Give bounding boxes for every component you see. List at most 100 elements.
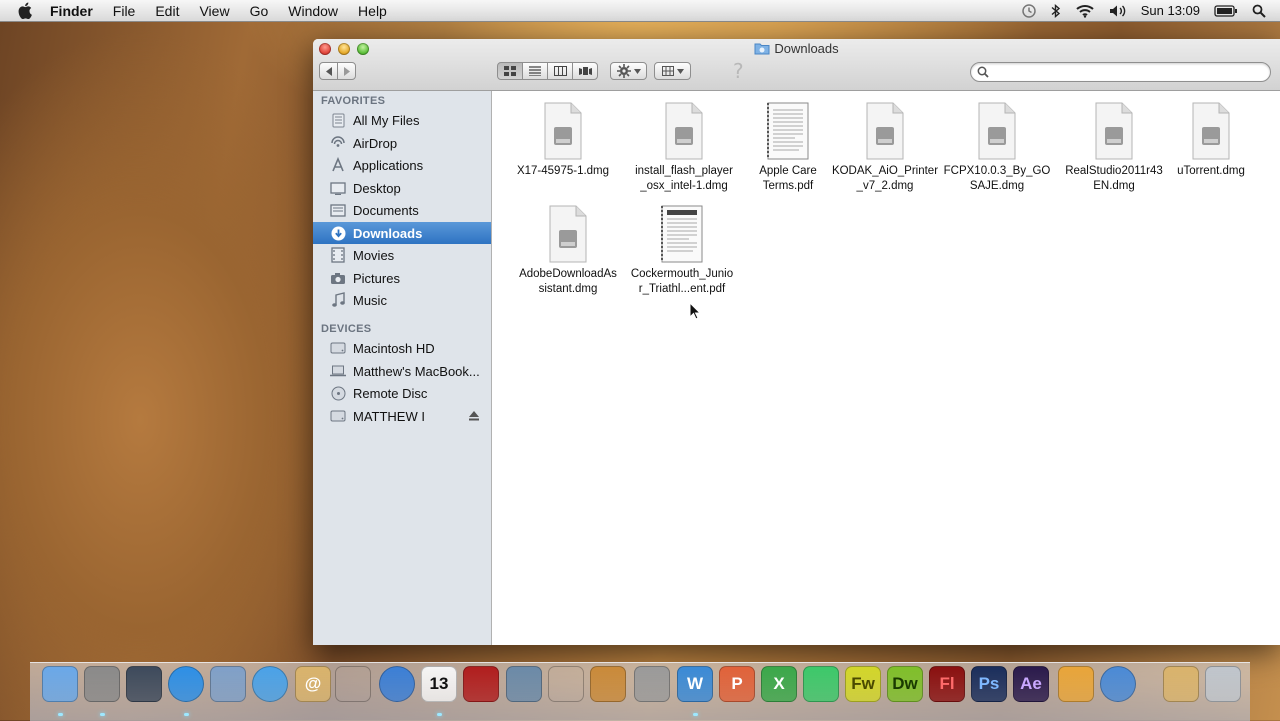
forward-button[interactable] xyxy=(337,62,356,80)
dock-itunes-icon[interactable] xyxy=(379,666,415,702)
file-item[interactable]: FCPX10.0.3_By_GO SAJE.dmg xyxy=(935,101,1059,194)
sidebar-item-label: Music xyxy=(353,292,387,308)
disc-icon xyxy=(330,385,346,401)
sidebar-header-favorites: FAVORITES xyxy=(321,95,386,107)
applications-icon xyxy=(330,157,346,173)
arrange-menu-button[interactable] xyxy=(654,62,691,80)
sidebar-item-downloads[interactable]: Downloads xyxy=(313,222,491,244)
file-name: KODAK_AiO_Printer _v7_2.dmg xyxy=(831,165,939,192)
column-view-button[interactable] xyxy=(547,62,573,80)
menu-go[interactable]: Go xyxy=(250,3,269,19)
dock-mission-control-icon[interactable] xyxy=(126,666,162,702)
dmg-file-icon xyxy=(1095,102,1133,160)
battery-icon[interactable] xyxy=(1214,4,1238,17)
wifi-icon[interactable] xyxy=(1075,4,1095,18)
sidebar-item-label: Macintosh HD xyxy=(353,340,435,356)
menu-file[interactable]: File xyxy=(113,3,136,19)
icon-view-button[interactable] xyxy=(497,62,523,80)
search-input[interactable] xyxy=(993,64,1267,82)
menu-edit[interactable]: Edit xyxy=(155,3,179,19)
eject-icon[interactable] xyxy=(469,409,479,424)
dock-calendar-icon[interactable]: 13 xyxy=(421,666,457,702)
dock-iphoto-icon[interactable] xyxy=(506,666,542,702)
sidebar-item-airdrop[interactable]: AirDrop xyxy=(313,132,491,154)
dock-running-indicator xyxy=(437,713,442,716)
sidebar-item-label: Applications xyxy=(353,157,424,173)
dock-imovie-icon[interactable] xyxy=(548,666,584,702)
dock-finder-icon[interactable] xyxy=(42,666,78,702)
dock-system-preferences-icon[interactable] xyxy=(634,666,670,702)
file-name: AdobeDownloadAs sistant.dmg xyxy=(519,268,617,295)
window-toolbar: Downloads ? xyxy=(313,39,1280,91)
dock-safari-icon[interactable] xyxy=(252,666,288,702)
dock-flash-icon[interactable]: Fl xyxy=(929,666,965,702)
menu-finder[interactable]: Finder xyxy=(50,3,93,19)
column-view-icon xyxy=(553,66,567,76)
dock-photoshop-icon[interactable]: Ps xyxy=(971,666,1007,702)
sidebar-item-matthew-i[interactable]: MATTHEW I xyxy=(313,405,491,427)
sidebar-item-pictures[interactable]: Pictures xyxy=(313,267,491,289)
time-machine-icon[interactable] xyxy=(1021,3,1037,19)
dock-after-effects-icon[interactable]: Ae xyxy=(1013,666,1049,702)
sidebar-item-applications[interactable]: Applications xyxy=(313,154,491,176)
dock-app-store-icon[interactable] xyxy=(168,666,204,702)
sidebar-item-music[interactable]: Music xyxy=(313,289,491,311)
music-icon xyxy=(330,292,346,308)
file-item[interactable]: uTorrent.dmg xyxy=(1149,101,1273,179)
sidebar-item-macintosh-hd[interactable]: Macintosh HD xyxy=(313,337,491,359)
dock-contacts-icon[interactable]: @ xyxy=(295,666,331,702)
file-item[interactable]: AdobeDownloadAs sistant.dmg xyxy=(506,204,630,297)
dock-fireworks-icon[interactable]: Fw xyxy=(845,666,881,702)
sidebar-item-documents[interactable]: Documents xyxy=(313,199,491,221)
dock-photo-booth-icon[interactable] xyxy=(463,666,499,702)
file-item[interactable]: KODAK_AiO_Printer _v7_2.dmg xyxy=(823,101,947,194)
sidebar-item-label: MATTHEW I xyxy=(353,408,425,424)
menu-help[interactable]: Help xyxy=(358,3,387,19)
search-field[interactable] xyxy=(970,62,1271,82)
menu-view[interactable]: View xyxy=(199,3,229,19)
dock-excel-icon[interactable]: X xyxy=(761,666,797,702)
back-button[interactable] xyxy=(319,62,338,80)
action-menu-button[interactable] xyxy=(610,62,647,80)
sidebar-item-macbook[interactable]: Matthew's MacBook... xyxy=(313,360,491,382)
dock-downloads-stack-icon[interactable] xyxy=(1163,666,1199,702)
sidebar-item-all-my-files[interactable]: All My Files xyxy=(313,109,491,131)
sidebar-item-label: Pictures xyxy=(353,270,400,286)
sidebar-item-remote-disc[interactable]: Remote Disc xyxy=(313,382,491,404)
dmg-file-icon xyxy=(549,205,587,263)
dock-sketchup-icon[interactable] xyxy=(803,666,839,702)
file-item[interactable]: Cockermouth_Junio r_Triathl...ent.pdf xyxy=(620,204,744,297)
file-browser: X17-45975-1.dmg install_flash_player _osx… xyxy=(492,91,1280,645)
dock-trash-icon[interactable] xyxy=(1205,666,1241,702)
volume-icon[interactable] xyxy=(1109,4,1127,18)
grid-view-icon xyxy=(504,66,516,76)
list-view-button[interactable] xyxy=(522,62,548,80)
dock-garageband-icon[interactable] xyxy=(590,666,626,702)
apple-menu-icon[interactable] xyxy=(18,2,36,19)
dmg-file-icon xyxy=(1192,102,1230,160)
dock-launchpad-icon[interactable] xyxy=(84,666,120,702)
gear-icon xyxy=(616,64,631,78)
dock-dreamweaver-icon[interactable]: Dw xyxy=(887,666,923,702)
search-icon xyxy=(977,66,989,78)
dock-scratch-icon[interactable] xyxy=(1058,666,1094,702)
help-icon[interactable]: ? xyxy=(733,59,744,83)
dock-quicktime-icon[interactable] xyxy=(1100,666,1136,702)
usb-drive-icon xyxy=(330,408,346,424)
sidebar-item-desktop[interactable]: Desktop xyxy=(313,177,491,199)
dock-facetime-icon[interactable] xyxy=(335,666,371,702)
cover-flow-button[interactable] xyxy=(572,62,598,80)
pdf-file-icon xyxy=(661,205,703,263)
spotlight-icon[interactable] xyxy=(1252,4,1266,18)
dmg-file-icon xyxy=(544,102,582,160)
menu-window[interactable]: Window xyxy=(288,3,338,19)
file-item[interactable]: X17-45975-1.dmg xyxy=(501,101,625,179)
dock-powerpoint-icon[interactable]: P xyxy=(719,666,755,702)
clock-label[interactable]: Sun 13:09 xyxy=(1141,3,1200,18)
dock-preview-icon[interactable] xyxy=(210,666,246,702)
sidebar-item-movies[interactable]: Movies xyxy=(313,244,491,266)
all-files-icon xyxy=(330,112,346,128)
bluetooth-icon[interactable] xyxy=(1051,3,1061,19)
folder-icon xyxy=(754,43,770,55)
dock-word-icon[interactable]: W xyxy=(677,666,713,702)
